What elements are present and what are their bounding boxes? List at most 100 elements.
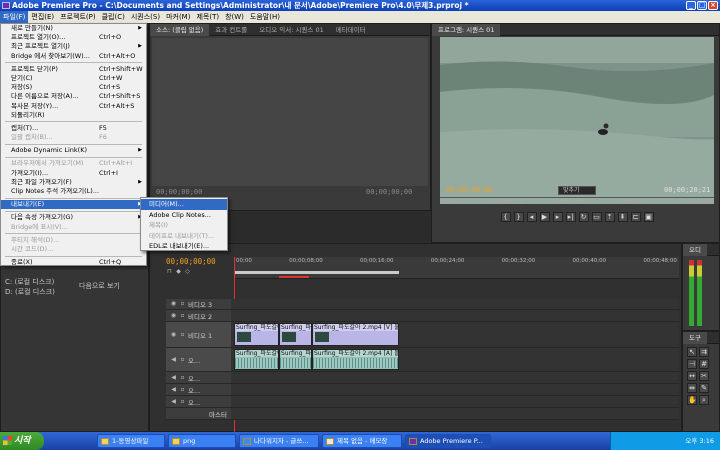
file-menu-item[interactable]: Adobe Dynamic Link(K) ▶	[1, 146, 146, 155]
tab-source[interactable]: 소스: (클립 없음)	[150, 23, 210, 36]
step-forward-icon[interactable]: ▸	[552, 212, 563, 222]
loop-icon[interactable]: ↻	[578, 212, 589, 222]
rolling-edit-tool-icon[interactable]: #	[699, 359, 709, 369]
track-header[interactable]: ◀ ▫ 오...	[166, 372, 231, 384]
video-clip[interactable]: Surfing_파도갈아 2.mp4 [V] 불투	[312, 323, 399, 346]
file-menu-item[interactable]: 저장(S) Ctrl+S	[1, 83, 146, 92]
go-to-out-icon[interactable]: ▸|	[565, 212, 576, 222]
rate-stretch-tool-icon[interactable]: ↔	[687, 371, 697, 381]
tab-effect-controls[interactable]: 효과 컨트롤	[209, 24, 253, 36]
speaker-icon[interactable]: ◀	[170, 356, 177, 363]
program-timecode-current[interactable]: 00;00;00;00	[446, 186, 492, 194]
file-menu-item[interactable]: 최근 파일 가져오기(F) ▶	[1, 178, 146, 187]
menu-edit[interactable]: 편집(E)	[28, 11, 57, 23]
pen-tool-icon[interactable]: ✎	[699, 383, 709, 393]
eye-icon[interactable]: ◉	[170, 312, 177, 319]
export-menu-item[interactable]: EDL로 내보내기(E)...	[141, 241, 227, 252]
file-menu-item[interactable]: 프로젝트 닫기(P) Ctrl+Shift+W	[1, 65, 146, 74]
track-body[interactable]	[231, 396, 679, 408]
lock-icon[interactable]: ▫	[179, 356, 186, 363]
file-menu-item[interactable]: 최근 프로젝트 열기(J) ▶	[1, 42, 146, 51]
task-premiere[interactable]: Adobe Premiere P...	[405, 434, 491, 448]
file-menu-item[interactable]: Bridge에 표시(V)...	[1, 223, 146, 232]
slip-tool-icon[interactable]: ⇹	[687, 383, 697, 393]
track-header[interactable]: ◉ ▫ 비디오 3	[166, 299, 231, 310]
minimize-button[interactable]: _	[686, 1, 696, 10]
video-clip[interactable]: Surfing_파	[279, 323, 312, 346]
speaker-icon[interactable]: ◀	[170, 386, 177, 393]
hand-tool-icon[interactable]: ✋	[687, 395, 697, 405]
timeline-ruler[interactable]: 00;00 00;00;08;00 00;00;16;00 00;00;24;0…	[234, 257, 679, 279]
track-header[interactable]: ◉ ▫ 비디오 1	[166, 322, 231, 348]
task-notepad[interactable]: 제목 없음 - 메모장	[322, 434, 402, 448]
play-icon[interactable]: ▶	[539, 212, 550, 222]
marker-icon[interactable]: ◆	[175, 269, 182, 275]
track-header[interactable]: ◀ ▫ 오...	[166, 396, 231, 408]
extract-icon[interactable]: ⇞	[617, 212, 628, 222]
lift-icon[interactable]: ⇡	[604, 212, 615, 222]
tab-metadata[interactable]: 메타데이터	[330, 24, 372, 36]
lock-icon[interactable]: ▫	[179, 331, 186, 338]
speaker-icon[interactable]: ◀	[170, 398, 177, 405]
menu-file[interactable]: 파일(F)	[0, 11, 29, 23]
task-folder-png[interactable]: png	[168, 434, 236, 448]
track-body[interactable]: Surfing_파도갈아 Surfing_파 Surfing_파도갈아 2.mp…	[231, 348, 679, 372]
close-button[interactable]: ×	[708, 1, 718, 10]
lock-icon[interactable]: ▫	[179, 386, 186, 393]
tab-audio-meter[interactable]: 오디	[683, 243, 707, 256]
export-menu-item[interactable]: 테이프로 내보내기(T)...	[141, 231, 227, 242]
keyframe-icon[interactable]: ◇	[184, 269, 191, 275]
file-menu-item[interactable]: 종료(X) Ctrl+Q	[1, 258, 146, 267]
step-back-icon[interactable]: ◂	[526, 212, 537, 222]
eye-icon[interactable]: ◉	[170, 301, 177, 307]
source-timecode-in[interactable]: 00;00;00;00	[156, 188, 202, 196]
menu-window[interactable]: 창(W)	[222, 11, 247, 23]
file-menu-item[interactable]: Bridge 에서 찾아보기(W)... Ctrl+Alt+O	[1, 52, 146, 61]
mark-out-icon[interactable]: }	[513, 212, 524, 222]
export-frame-icon[interactable]: ▣	[643, 212, 654, 222]
program-video-frame[interactable]	[440, 37, 714, 204]
ripple-edit-tool-icon[interactable]: ⊣	[687, 359, 697, 369]
file-menu-item[interactable]: 시간 코드(D)...	[1, 245, 146, 254]
track-body[interactable]	[231, 299, 679, 310]
track-body[interactable]	[231, 384, 679, 396]
eye-icon[interactable]: ◉	[170, 331, 177, 338]
file-menu-item[interactable]: 되돌리기(R)	[1, 111, 146, 120]
task-browser[interactable]: 나다워지자 - 글쓰...	[239, 434, 319, 448]
menu-clip[interactable]: 클립(C)	[99, 11, 128, 23]
zoom-fit-dropdown[interactable]: 맞추기	[558, 186, 596, 195]
track-body[interactable]	[231, 408, 679, 420]
track-header[interactable]: 마스터	[166, 408, 231, 420]
file-menu-item[interactable]: 복사본 저장(Y)... Ctrl+Alt+S	[1, 102, 146, 111]
menu-sequence[interactable]: 시퀀스(S)	[128, 11, 163, 23]
razor-tool-icon[interactable]: ✂	[699, 371, 709, 381]
lock-icon[interactable]: ▫	[179, 312, 186, 319]
task-folder-video[interactable]: 1-동영상파일	[97, 434, 165, 448]
source-viewer[interactable]	[152, 38, 428, 186]
export-menu-item[interactable]: 미디어(M)...	[141, 199, 227, 210]
audio-clip[interactable]: Surfing_파	[279, 349, 312, 370]
zoom-tool-icon[interactable]: ⌕	[699, 395, 709, 405]
lock-icon[interactable]: ▫	[179, 398, 186, 405]
file-menu-item[interactable]: 다음 속성 가져오기(G)▶	[1, 213, 146, 222]
track-select-tool-icon[interactable]: ⇉	[699, 347, 709, 357]
track-header[interactable]: ◀ ▫ 오...	[166, 384, 231, 396]
track-body[interactable]	[231, 372, 679, 384]
menu-marker[interactable]: 마커(M)	[163, 11, 193, 23]
mark-in-icon[interactable]: {	[500, 212, 511, 222]
file-menu-item[interactable]: Clip Notes 주석 가져오기(L)...	[1, 187, 146, 196]
file-menu-item[interactable]: 닫기(C) Ctrl+W	[1, 74, 146, 83]
file-menu-item[interactable]: 새로 만들기(N) ▶	[1, 24, 146, 33]
maximize-button[interactable]: □	[697, 1, 707, 10]
clock[interactable]: 오후 3:16	[685, 437, 714, 445]
track-header[interactable]: ◉ ▫ 비디오 2	[166, 310, 231, 322]
timeline-timecode[interactable]: 00;00;00;00	[166, 257, 216, 266]
tab-tools[interactable]: 도구	[683, 331, 707, 344]
start-button[interactable]: 시작	[0, 432, 44, 450]
audio-clip[interactable]: Surfing_파도갈아	[234, 349, 279, 370]
program-ruler[interactable]: 00;00 00;02;08;04 00;04;16;08 00;06;24;1…	[440, 197, 714, 207]
audio-clip[interactable]: Surfing_파도갈아 2.mp4 [A] 볼륨	[312, 349, 399, 370]
file-menu-item[interactable]: 푸티지 해석(D)...	[1, 236, 146, 245]
safe-margins-icon[interactable]: ▭	[591, 212, 602, 222]
premiere-app-icon[interactable]	[2, 2, 10, 9]
